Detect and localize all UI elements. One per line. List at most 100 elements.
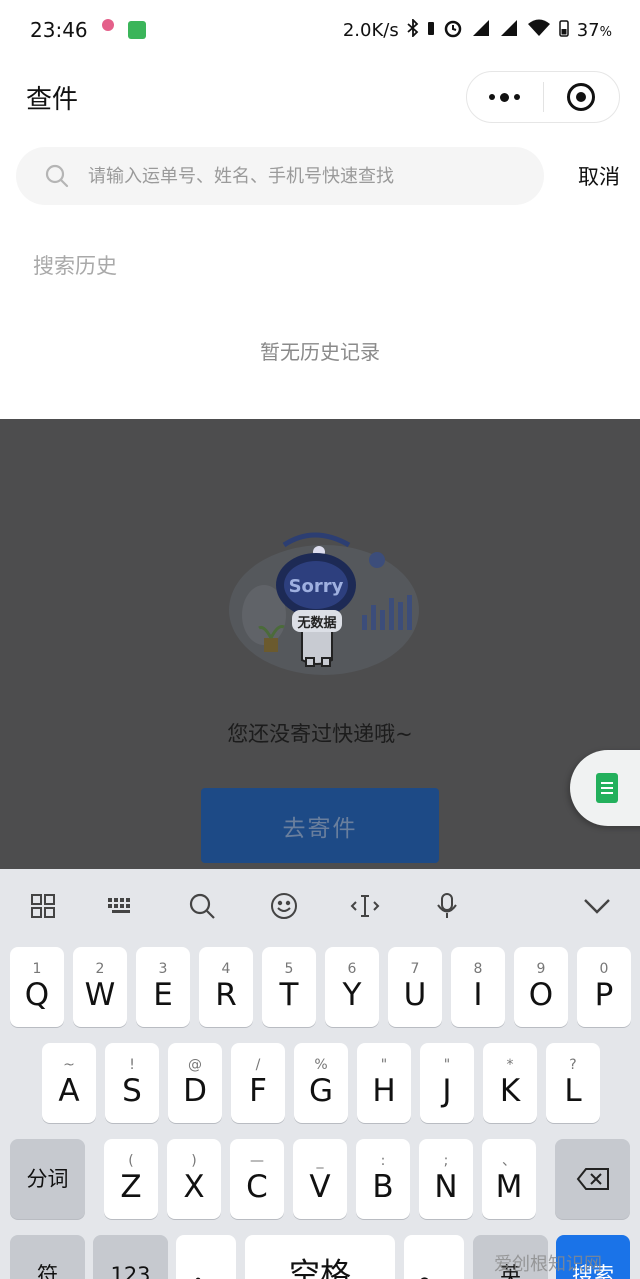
key-f[interactable]: / F bbox=[231, 1043, 285, 1123]
key-q[interactable]: 1Q bbox=[10, 947, 64, 1027]
target-circle-icon bbox=[567, 83, 596, 111]
key-label: F bbox=[249, 1073, 267, 1109]
number-key[interactable]: 123 bbox=[93, 1235, 168, 1279]
soft-keyboard: 1 Q 2 W 3 E 4 R 5 T 6 Y 7 U 8 I 9 O 0 P ~ A! S @ D / F% G " H " J * K? L 分词… bbox=[0, 869, 640, 1279]
key-label: 123 bbox=[110, 1263, 151, 1279]
cursor-icon[interactable] bbox=[350, 891, 380, 921]
key-h[interactable]: " H bbox=[357, 1043, 411, 1123]
battery-percent: 37 bbox=[576, 19, 600, 41]
key-hint-label: " bbox=[380, 1057, 388, 1073]
notification-dot-icon bbox=[101, 19, 114, 31]
keyboard-icon[interactable] bbox=[106, 891, 136, 921]
comma-key[interactable]: ， bbox=[176, 1235, 236, 1279]
key-d[interactable]: @ D bbox=[168, 1043, 222, 1123]
period-key[interactable]: 。 bbox=[404, 1235, 464, 1279]
battery-icon bbox=[558, 19, 569, 42]
key-hint-label: — bbox=[250, 1153, 264, 1169]
key-hint-label: : bbox=[380, 1153, 386, 1169]
key-hint-label: ? bbox=[569, 1057, 577, 1073]
network-speed: 2.0K/s bbox=[342, 19, 399, 41]
key-n[interactable]: ; N bbox=[419, 1139, 473, 1219]
floating-document-button[interactable] bbox=[570, 750, 640, 826]
chevron-down-icon[interactable] bbox=[582, 891, 612, 921]
history-empty-text: 暂无历史记录 bbox=[260, 340, 380, 364]
key-label: P bbox=[594, 977, 614, 1013]
mini-program-capsule bbox=[466, 71, 620, 123]
key-label: A bbox=[58, 1073, 80, 1109]
bluetooth-icon bbox=[407, 17, 419, 42]
grid-icon[interactable] bbox=[28, 891, 58, 921]
key-j[interactable]: " J bbox=[420, 1043, 474, 1123]
key-t[interactable]: 5T bbox=[262, 947, 316, 1027]
key-y[interactable]: 6Y bbox=[325, 947, 379, 1027]
key-label: ， bbox=[190, 1257, 222, 1279]
search-box[interactable] bbox=[16, 147, 544, 205]
key-label: Z bbox=[120, 1169, 142, 1205]
key-label: V bbox=[309, 1169, 331, 1205]
key-z[interactable]: (Z bbox=[104, 1139, 158, 1219]
space-key[interactable]: 空格 bbox=[245, 1235, 395, 1279]
key-label: S bbox=[122, 1073, 142, 1109]
symbol-key[interactable]: 符 bbox=[10, 1235, 85, 1279]
key-hint-label: 7 bbox=[410, 961, 420, 977]
backspace-key[interactable] bbox=[555, 1139, 630, 1219]
key-hint-label: ) bbox=[191, 1153, 197, 1169]
key-a[interactable]: ~ A bbox=[42, 1043, 96, 1123]
hd-signal-icon bbox=[471, 19, 491, 42]
key-label: Q bbox=[24, 977, 50, 1013]
hd-signal-icon bbox=[499, 19, 519, 42]
key-hint-label: " bbox=[443, 1057, 451, 1073]
alarm-icon bbox=[443, 18, 463, 43]
key-hint-label: 、 bbox=[502, 1153, 516, 1169]
key-label: 符 bbox=[37, 1263, 58, 1279]
search-input[interactable] bbox=[88, 165, 508, 187]
key-hint-label: / bbox=[255, 1057, 261, 1073]
segment-key[interactable]: 分词 bbox=[10, 1139, 85, 1219]
key-r[interactable]: 4R bbox=[199, 947, 253, 1027]
key-label: K bbox=[499, 1073, 521, 1109]
key-label: Y bbox=[342, 977, 362, 1013]
key-l[interactable]: ? L bbox=[546, 1043, 600, 1123]
key-label: W bbox=[84, 977, 116, 1013]
key-e[interactable]: 3E bbox=[136, 947, 190, 1027]
key-o[interactable]: 9O bbox=[514, 947, 568, 1027]
key-hint-label: 4 bbox=[221, 961, 231, 977]
key-u[interactable]: 7U bbox=[388, 947, 442, 1027]
key-v[interactable]: _ V bbox=[293, 1139, 347, 1219]
page-title: 查件 bbox=[26, 84, 79, 115]
microphone-icon[interactable] bbox=[432, 891, 462, 921]
search-icon[interactable] bbox=[187, 891, 217, 921]
key-s[interactable]: ! S bbox=[105, 1043, 159, 1123]
key-hint-label: 6 bbox=[347, 961, 357, 977]
search-history-title: 搜索历史 bbox=[33, 254, 117, 278]
search-icon bbox=[45, 164, 69, 188]
empty-state-message: 您还没寄过快递哦~ bbox=[227, 722, 413, 746]
key-hint-label: _ bbox=[316, 1153, 324, 1169]
go-send-button[interactable]: 去寄件 bbox=[201, 788, 439, 863]
status-time: 23:46 bbox=[30, 18, 88, 42]
key-c[interactable]: — C bbox=[230, 1139, 284, 1219]
key-w[interactable]: 2W bbox=[73, 947, 127, 1027]
key-hint-label: ! bbox=[129, 1057, 135, 1073]
key-b[interactable]: :B bbox=[356, 1139, 410, 1219]
key-k[interactable]: * K bbox=[483, 1043, 537, 1123]
key-label: X bbox=[183, 1169, 205, 1205]
key-i[interactable]: 8I bbox=[451, 947, 505, 1027]
key-m[interactable]: 、 M bbox=[482, 1139, 536, 1219]
key-label: L bbox=[564, 1073, 582, 1109]
key-p[interactable]: 0P bbox=[577, 947, 631, 1027]
wifi-icon bbox=[527, 19, 551, 42]
key-label: O bbox=[528, 977, 554, 1013]
key-hint-label: 1 bbox=[32, 961, 42, 977]
key-label: J bbox=[442, 1073, 452, 1109]
key-label: I bbox=[473, 977, 483, 1013]
key-label: D bbox=[183, 1073, 207, 1109]
app-notification-icon bbox=[127, 21, 146, 39]
illustration-nodata-text: 无数据 bbox=[296, 615, 336, 631]
close-button[interactable] bbox=[544, 72, 620, 122]
cancel-button[interactable]: 取消 bbox=[578, 161, 624, 191]
key-g[interactable]: % G bbox=[294, 1043, 348, 1123]
emoji-icon[interactable] bbox=[269, 891, 299, 921]
more-button[interactable] bbox=[467, 72, 543, 122]
key-x[interactable]: ) X bbox=[167, 1139, 221, 1219]
